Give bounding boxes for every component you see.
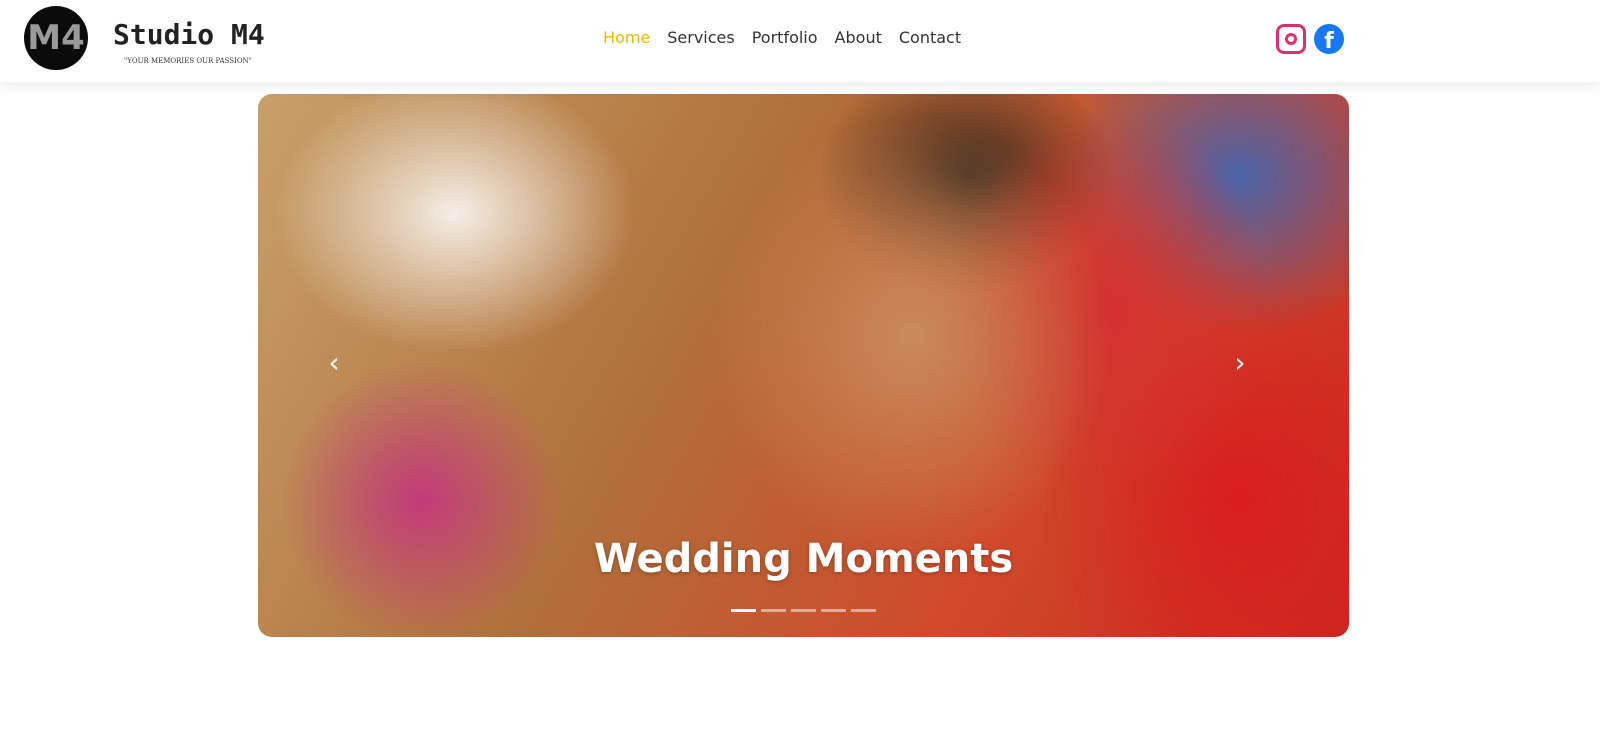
nav-home[interactable]: Home: [603, 28, 650, 47]
social-links: f: [1276, 24, 1344, 54]
hero-carousel: ‹ › Wedding Moments: [258, 94, 1349, 637]
indicator-5[interactable]: [851, 609, 876, 612]
nav-about[interactable]: About: [835, 28, 882, 47]
nav-portfolio[interactable]: Portfolio: [752, 28, 818, 47]
facebook-glyph: f: [1324, 29, 1334, 54]
slide-caption: Wedding Moments: [593, 536, 1014, 582]
instagram-icon[interactable]: [1276, 24, 1306, 54]
logo-mark: M4: [27, 18, 85, 58]
indicator-1[interactable]: [731, 609, 756, 612]
facebook-icon[interactable]: f: [1314, 24, 1344, 54]
main-menu: Home Services Portfolio About Contact: [603, 28, 961, 47]
indicator-3[interactable]: [791, 609, 816, 612]
carousel-prev-button[interactable]: ‹: [324, 346, 344, 379]
indicator-2[interactable]: [761, 609, 786, 612]
nav-services[interactable]: Services: [667, 28, 734, 47]
logo[interactable]: M4: [24, 6, 88, 70]
nav-contact[interactable]: Contact: [899, 28, 961, 47]
carousel-next-button[interactable]: ›: [1230, 346, 1250, 379]
indicator-4[interactable]: [821, 609, 846, 612]
brand-name[interactable]: Studio M4: [113, 18, 265, 51]
tagline: "YOUR MEMORIES OUR PASSION": [124, 57, 252, 65]
carousel-indicators: [731, 609, 876, 612]
navbar: M4 Studio M4 "YOUR MEMORIES OUR PASSION"…: [0, 0, 1600, 82]
